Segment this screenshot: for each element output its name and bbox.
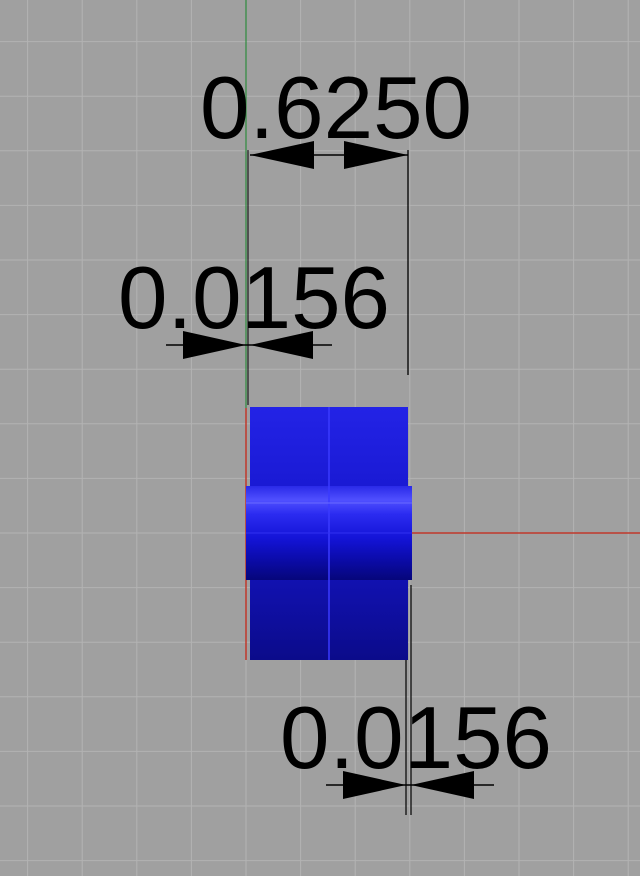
dimension-label-right-offset: 0.0156 [280,688,552,787]
dimension-left-offset[interactable]: 0.0156 [118,248,390,359]
dimension-overall-width[interactable]: 0.6250 [200,58,472,405]
dimension-label-overall-width: 0.6250 [200,58,472,157]
dimension-label-left-offset: 0.0156 [118,248,390,347]
cad-viewport[interactable]: 0.6250 0.0156 0.0156 [0,0,640,876]
drawing-canvas[interactable]: 0.6250 0.0156 0.0156 [0,0,640,876]
part-body[interactable] [246,407,412,660]
